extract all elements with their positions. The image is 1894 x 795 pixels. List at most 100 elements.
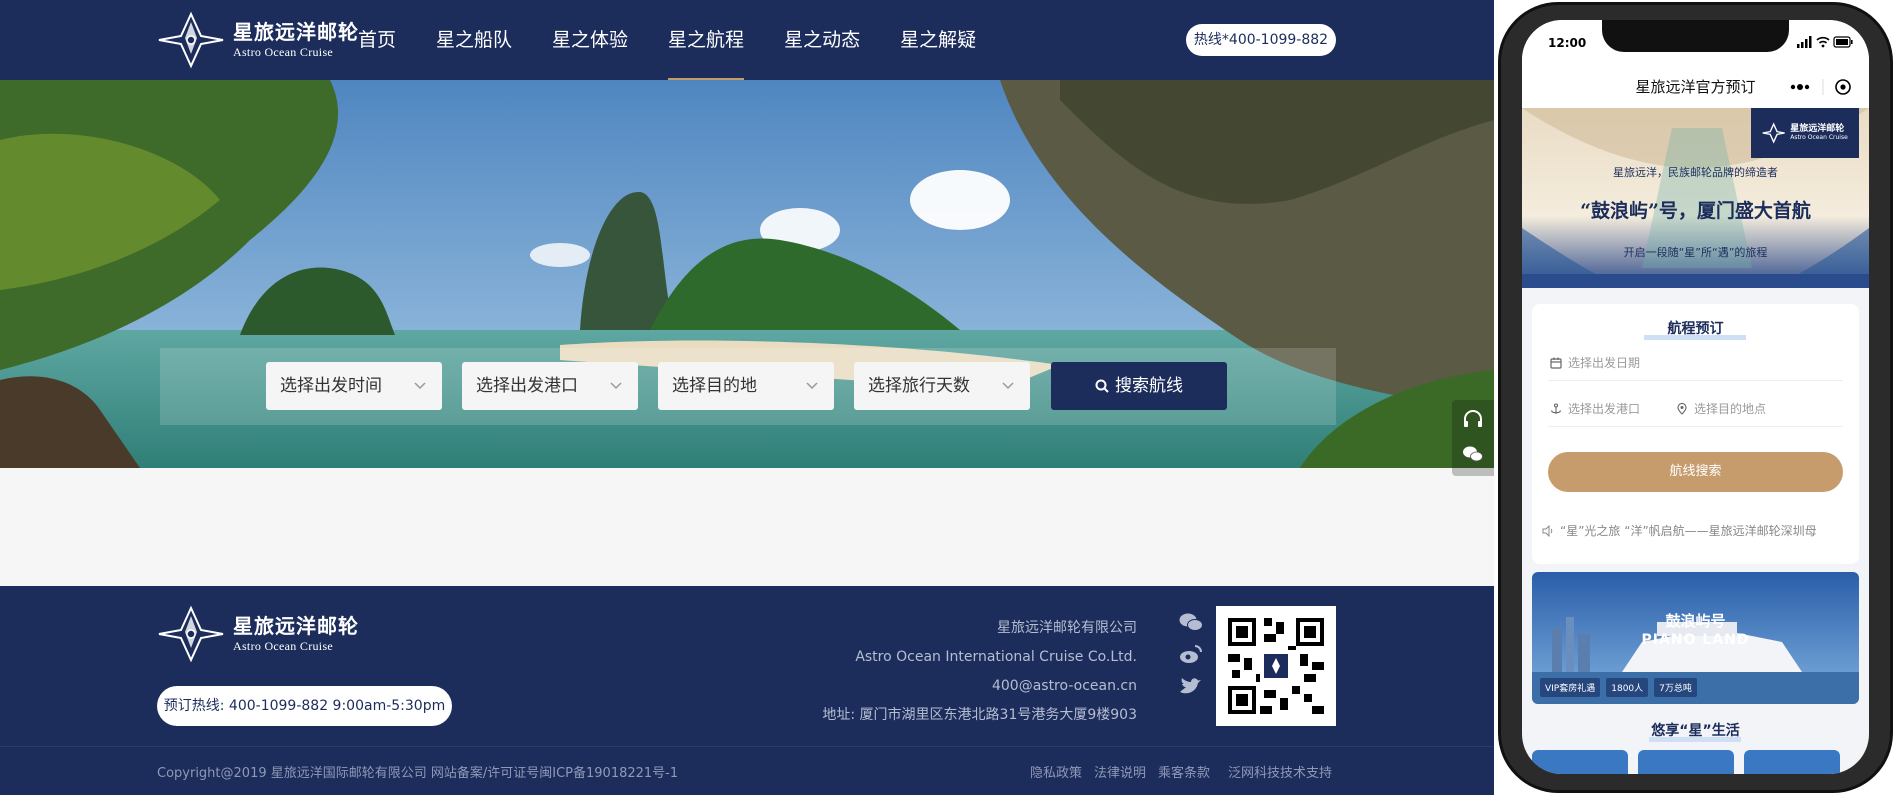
calendar-icon <box>1550 357 1562 369</box>
company-name-cn: 星旅远洋邮轮有限公司 <box>997 620 1137 636</box>
status-time: 12:00 <box>1548 36 1587 50</box>
hero-banner: 选择出发时间 选择出发港口 选择目的地 选择旅行天数 搜索航线 <box>0 80 1494 468</box>
phone-mockup: 12:00 星旅远洋官方预订 星旅远洋邮轮 Astro Ocean Cruise… <box>1498 2 1893 793</box>
brand-name-en: Astro Ocean Cruise <box>233 638 334 653</box>
tech-support-link[interactable]: 泛网科技技术支持 <box>1228 762 1332 781</box>
legal-notice-link[interactable]: 法律说明 <box>1094 762 1146 781</box>
banner-brand-en: Astro Ocean Cruise <box>1790 133 1848 141</box>
voyage-booking-card: 航程预订 选择出发日期 选择出发港口 选择目的地点 航线搜索 “星”光之旅 “洋… <box>1532 304 1859 564</box>
qr-code-image <box>1228 618 1324 714</box>
search-routes-label: 搜索航线 <box>1115 376 1183 396</box>
departure-time-label: 选择出发时间 <box>280 376 382 396</box>
compass-star-logo-icon <box>158 11 224 69</box>
destination-label: 选择目的地 <box>672 376 757 396</box>
booking-hotline: 预订热线: 400-1099-882 9:00am-5:30pm <box>157 686 452 726</box>
departure-time-select[interactable]: 选择出发时间 <box>266 362 442 410</box>
promo-banner[interactable]: 星旅远洋邮轮 Astro Ocean Cruise 星旅远洋，民族邮轮品牌的缔造… <box>1522 108 1869 288</box>
company-address: 地址: 厦门市湖里区东港北路31号港务大厦9楼903 <box>822 707 1137 723</box>
booking-card-title: 航程预订 <box>1532 318 1859 340</box>
speaker-icon <box>1542 524 1553 537</box>
brand-logo[interactable]: 星旅远洋邮轮 Astro Ocean Cruise <box>157 10 359 70</box>
copyright-text: Copyright@2019 星旅远洋国际邮轮有限公司 网站备案/许可证号闽IC… <box>157 766 679 781</box>
departure-date-field[interactable]: 选择出发日期 <box>1550 354 1640 371</box>
weibo-icon[interactable] <box>1178 643 1204 665</box>
lifestyle-tile[interactable] <box>1744 750 1840 774</box>
nav-fleet[interactable]: 星之船队 <box>436 0 512 80</box>
top-navigation-bar: 星旅远洋邮轮 Astro Ocean Cruise 首页 星之船队 星之体验 星… <box>0 0 1494 80</box>
announcement-ticker[interactable]: “星”光之旅 “洋”帆启航——星旅远洋邮轮深圳母 <box>1542 522 1852 539</box>
main-menu: 首页 星之船队 星之体验 星之航程 星之动态 星之解疑 <box>358 0 1016 80</box>
passenger-terms-link[interactable]: 乘客条款 <box>1158 762 1210 781</box>
banner-tagline: 星旅远洋，民族邮轮品牌的缔造者 <box>1613 166 1778 179</box>
privacy-policy-link[interactable]: 隐私政策 <box>1030 762 1082 781</box>
hotline-badge[interactable]: 热线*400-1099-882 <box>1186 24 1336 56</box>
floating-tools <box>1452 400 1494 476</box>
headset-icon[interactable] <box>1461 408 1485 432</box>
qr-code <box>1216 606 1336 726</box>
compass-star-logo-icon <box>1762 122 1785 144</box>
nav-home[interactable]: 首页 <box>358 0 396 80</box>
chevron-down-icon <box>610 382 622 390</box>
trip-days-select[interactable]: 选择旅行天数 <box>854 362 1030 410</box>
ship-card[interactable]: 鼓浪屿号 PIANO LAND VIP套房礼遇 1800人 7万总吨 <box>1532 572 1859 704</box>
brand-name-en: Astro Ocean Cruise <box>233 44 334 59</box>
footer-logo[interactable]: 星旅远洋邮轮 Astro Ocean Cruise <box>157 604 359 664</box>
banner-brand-logo: 星旅远洋邮轮 Astro Ocean Cruise <box>1751 108 1859 158</box>
footer-links: 隐私政策 法律说明 乘客条款 泛网科技技术支持 <box>1018 762 1332 781</box>
route-search-button[interactable]: 航线搜索 <box>1548 452 1843 492</box>
announcement-text: “星”光之旅 “洋”帆启航——星旅远洋邮轮深圳母 <box>1560 524 1817 538</box>
anchor-icon <box>1550 402 1562 414</box>
nav-faq[interactable]: 星之解疑 <box>900 0 976 80</box>
departure-date-placeholder: 选择出发日期 <box>1568 356 1641 370</box>
trip-days-label: 选择旅行天数 <box>868 376 970 396</box>
wechat-icon[interactable] <box>1461 442 1485 466</box>
departure-port-placeholder: 选择出发港口 <box>1568 402 1641 416</box>
departure-port-select[interactable]: 选择出发港口 <box>462 362 638 410</box>
chevron-down-icon <box>414 382 426 390</box>
company-name-en: Astro Ocean International Cruise Co.Ltd. <box>855 649 1137 665</box>
nav-voyages[interactable]: 星之航程 <box>668 0 745 80</box>
field-divider <box>1548 380 1843 381</box>
ship-name-cn: 鼓浪屿号 <box>1665 612 1726 630</box>
lifestyle-section-title: 悠享“星”生活 <box>1522 720 1869 742</box>
chevron-down-icon <box>1002 382 1014 390</box>
company-email[interactable]: 400@astro-ocean.cn <box>822 672 1137 701</box>
ship-name-en: PIANO LAND <box>1641 632 1750 648</box>
search-routes-button[interactable]: 搜索航线 <box>1051 362 1227 410</box>
company-info: 星旅远洋邮轮有限公司 Astro Ocean International Cru… <box>822 614 1137 730</box>
departure-port-label: 选择出发港口 <box>476 376 578 396</box>
website: 星旅远洋邮轮 Astro Ocean Cruise 首页 星之船队 星之体验 星… <box>0 0 1494 795</box>
field-divider <box>1548 426 1843 427</box>
ship-tag: 7万总吨 <box>1654 678 1697 697</box>
ship-tag: VIP套房礼遇 <box>1540 678 1601 697</box>
nav-news[interactable]: 星之动态 <box>784 0 860 80</box>
social-links <box>1178 611 1204 707</box>
brand-name-cn: 星旅远洋邮轮 <box>233 19 359 44</box>
search-icon <box>1095 379 1109 393</box>
compass-star-logo-icon <box>158 605 224 663</box>
banner-title: “鼓浪屿”号，厦门盛大首航 <box>1580 200 1811 222</box>
footer-divider <box>0 746 1494 747</box>
phone-screen: 12:00 星旅远洋官方预订 星旅远洋邮轮 Astro Ocean Cruise… <box>1522 20 1869 774</box>
destination-field[interactable]: 选择目的地点 <box>1676 400 1766 417</box>
lifestyle-tile[interactable] <box>1532 750 1628 774</box>
brand-name-cn: 星旅远洋邮轮 <box>233 613 359 638</box>
nav-experience[interactable]: 星之体验 <box>552 0 628 80</box>
chevron-down-icon <box>806 382 818 390</box>
status-bar: 12:00 <box>1522 20 1869 64</box>
destination-select[interactable]: 选择目的地 <box>658 362 834 410</box>
lifestyle-tiles <box>1532 750 1862 774</box>
twitter-icon[interactable] <box>1178 675 1204 697</box>
mini-program-title-bar: 星旅远洋官方预订 <box>1522 64 1869 108</box>
wechat-icon[interactable] <box>1178 611 1204 633</box>
signal-wifi-battery-icon <box>1797 36 1853 48</box>
ship-tags: VIP套房礼遇 1800人 7万总吨 <box>1540 678 1703 697</box>
site-footer: 星旅远洋邮轮 Astro Ocean Cruise 预订热线: 400-1099… <box>0 586 1494 795</box>
departure-port-field[interactable]: 选择出发港口 <box>1550 400 1640 417</box>
destination-placeholder: 选择目的地点 <box>1694 402 1767 416</box>
lifestyle-tile[interactable] <box>1638 750 1734 774</box>
location-pin-icon <box>1677 402 1687 415</box>
more-and-close-capsule-icon[interactable] <box>1773 72 1859 102</box>
phone-notch <box>1602 20 1789 52</box>
banner-subtitle: 开启一段随“星”所“遇”的旅程 <box>1623 246 1768 259</box>
